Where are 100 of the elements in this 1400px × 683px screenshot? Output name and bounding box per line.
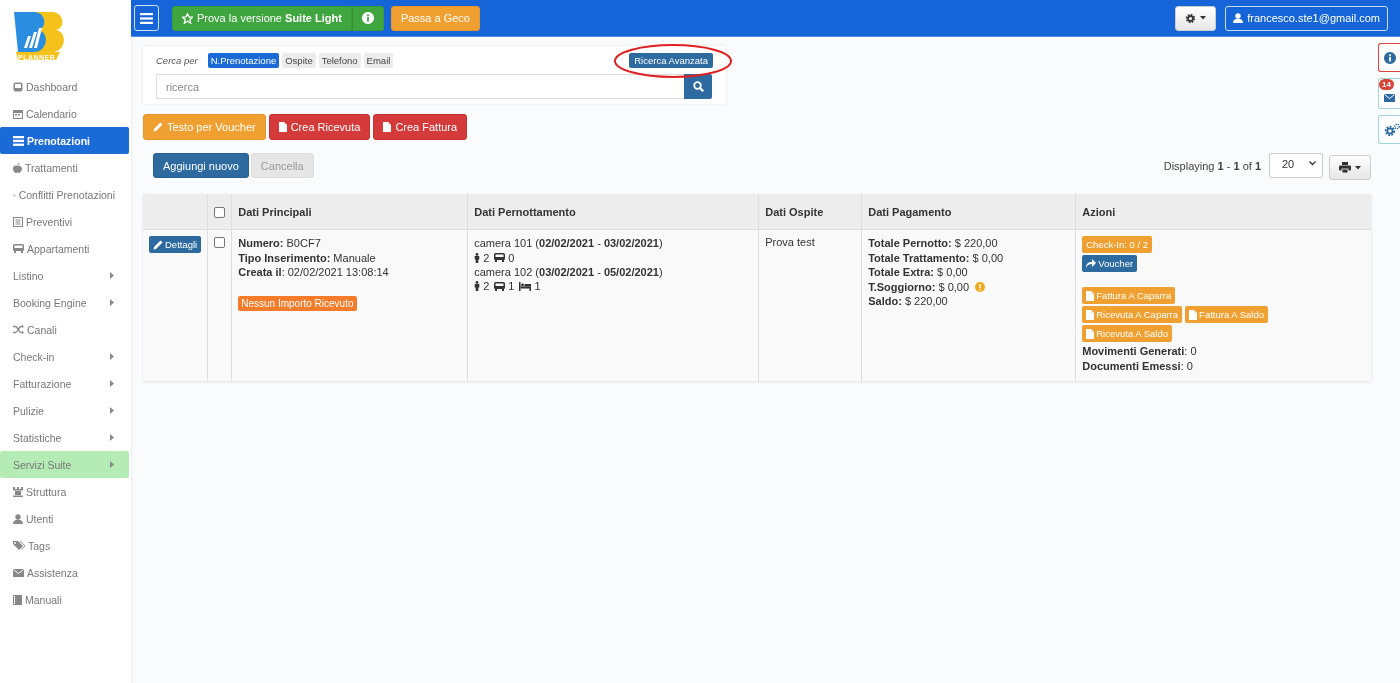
print-button[interactable] bbox=[1329, 155, 1371, 180]
alert-icon bbox=[975, 281, 986, 292]
filter-tab[interactable]: Ospite bbox=[282, 52, 316, 68]
file-icon bbox=[278, 122, 287, 132]
payment-line: Totale Extra: $ 0,00 bbox=[868, 265, 968, 280]
sidebar-item[interactable]: Preventivi bbox=[0, 208, 129, 235]
search-label: Cerca per bbox=[156, 54, 198, 66]
checkbox[interactable] bbox=[214, 206, 226, 218]
booking-detail: Tipo Inserimento: Manuale bbox=[238, 250, 377, 265]
shuffle-icon bbox=[13, 325, 24, 334]
settings-dropdown[interactable] bbox=[1175, 5, 1217, 31]
calendar-icon bbox=[13, 108, 23, 119]
settings-icon bbox=[1185, 12, 1197, 24]
caret-icon bbox=[1355, 165, 1361, 170]
document-stat: Documenti Emessi: 0 bbox=[1082, 358, 1194, 373]
caret-right-icon bbox=[110, 272, 114, 279]
sidebar-item[interactable]: Struttura bbox=[0, 478, 129, 505]
star-icon bbox=[182, 12, 193, 24]
booking-detail: Creata il: 02/02/2021 13:08:14 bbox=[238, 265, 390, 280]
bus-icon bbox=[494, 281, 506, 291]
pencil-icon bbox=[153, 122, 163, 132]
sidebar-item[interactable]: Pulizie bbox=[0, 397, 129, 424]
envelope-icon bbox=[1384, 94, 1395, 102]
sidebar-item[interactable]: Dashboard bbox=[0, 73, 129, 100]
sidebar-item[interactable]: Appartamenti bbox=[0, 235, 129, 262]
caret-right-icon bbox=[110, 353, 114, 360]
advanced-search-button[interactable]: Ricerca Avanzata bbox=[629, 52, 713, 68]
sidebar-item[interactable]: Booking Engine bbox=[0, 289, 129, 316]
action-button[interactable]: Crea Ricevuta bbox=[268, 114, 371, 140]
column-header: Dati Pernottamento bbox=[467, 194, 759, 230]
filter-tab[interactable]: N.Prenotazione bbox=[207, 52, 280, 68]
details-button[interactable]: Dettagli bbox=[149, 236, 202, 253]
chevron-icon bbox=[1309, 161, 1316, 166]
sidebar-item[interactable]: Conflitti Prenotazioni bbox=[0, 181, 129, 208]
sidebar-item[interactable]: Check-in bbox=[0, 343, 129, 370]
filter-tab[interactable]: Email bbox=[363, 52, 394, 68]
room-stay: camera 101 (02/02/2021 - 03/02/2021) bbox=[474, 236, 664, 251]
mail-button[interactable]: 14 bbox=[1378, 78, 1400, 109]
sidebar-item[interactable]: Statistiche bbox=[0, 424, 129, 451]
count-value: 0 bbox=[508, 251, 515, 264]
info-icon bbox=[361, 12, 374, 24]
count-value: 2 bbox=[483, 251, 490, 264]
document-stat: Movimenti Generati: 0 bbox=[1082, 344, 1198, 359]
search-button[interactable] bbox=[684, 74, 712, 99]
sidebar-item[interactable]: Prenotazioni bbox=[0, 127, 129, 154]
sidebar-item[interactable]: Calendario bbox=[0, 100, 129, 127]
user-icon bbox=[13, 513, 23, 524]
count-value: 2 bbox=[483, 280, 490, 292]
info-icon bbox=[1384, 51, 1396, 64]
sidebar-item[interactable]: Manuali bbox=[0, 586, 129, 613]
bus-icon bbox=[494, 253, 506, 262]
caret-right-icon bbox=[110, 434, 114, 441]
sidebar-item[interactable]: Trattamenti bbox=[0, 154, 129, 181]
pencil-icon bbox=[153, 239, 163, 250]
count-value: 1 bbox=[508, 280, 515, 292]
info-button[interactable] bbox=[351, 5, 384, 31]
envelope-icon bbox=[13, 568, 24, 577]
filter-tab[interactable]: Telefono bbox=[318, 52, 361, 68]
sidebar-item[interactable]: Fatturazione bbox=[0, 370, 129, 397]
arrow-icon bbox=[1086, 259, 1097, 268]
sidebar-item[interactable]: Utenti bbox=[0, 505, 129, 532]
document-icon bbox=[13, 216, 23, 227]
file-icon bbox=[383, 122, 392, 132]
checkbox[interactable] bbox=[214, 237, 226, 248]
tower-icon bbox=[13, 486, 23, 497]
caret-right-icon bbox=[110, 380, 114, 387]
settings-button[interactable] bbox=[1378, 115, 1400, 144]
file-icon bbox=[1086, 328, 1095, 339]
info-button[interactable] bbox=[1378, 43, 1400, 72]
caret-right-icon bbox=[110, 299, 114, 306]
page-size-select[interactable]: 20 bbox=[1269, 153, 1323, 178]
column-header: Dati Ospite bbox=[758, 194, 862, 230]
tags-icon bbox=[13, 540, 25, 551]
user-icon bbox=[1233, 13, 1244, 23]
search-field[interactable]: ricerca bbox=[156, 74, 684, 99]
user-button[interactable]: francesco.ste1@gmail.com bbox=[1225, 5, 1388, 31]
status-label: Nessun Importo Ricevuto bbox=[238, 295, 357, 311]
sidebar-item[interactable]: Tags bbox=[0, 532, 129, 559]
action-button[interactable]: Crea Fattura bbox=[373, 114, 468, 140]
caret-right-icon bbox=[110, 407, 114, 414]
payment-line: Totale Trattamento: $ 0,00 bbox=[868, 250, 1004, 265]
sidebar-item[interactable]: Assistenza bbox=[0, 559, 129, 586]
promo-button[interactable]: Prova la versione Suite Light bbox=[172, 5, 352, 31]
apple-icon bbox=[13, 162, 22, 173]
sidebar-item[interactable]: Canali bbox=[0, 316, 129, 343]
inbox-icon bbox=[13, 81, 23, 92]
column-header: Azioni bbox=[1075, 194, 1371, 230]
person-icon bbox=[474, 252, 481, 263]
menu-button[interactable] bbox=[134, 5, 159, 31]
bed-icon bbox=[519, 281, 532, 291]
file-icon bbox=[1086, 309, 1095, 320]
sidebar-item[interactable]: Servizi Suite bbox=[0, 451, 129, 478]
column-header: Dati Pagamento bbox=[861, 194, 1076, 230]
add-button[interactable]: Aggiungi nuovo bbox=[153, 153, 249, 178]
voucher-button[interactable]: Voucher bbox=[1082, 255, 1138, 272]
room-stay: camera 102 (03/02/2021 - 05/02/2021) bbox=[474, 264, 664, 279]
sidebar-item[interactable]: Listino bbox=[0, 262, 129, 289]
count-value: 1 bbox=[534, 280, 541, 292]
menu-icon bbox=[140, 12, 153, 24]
printer-icon bbox=[1339, 162, 1351, 173]
